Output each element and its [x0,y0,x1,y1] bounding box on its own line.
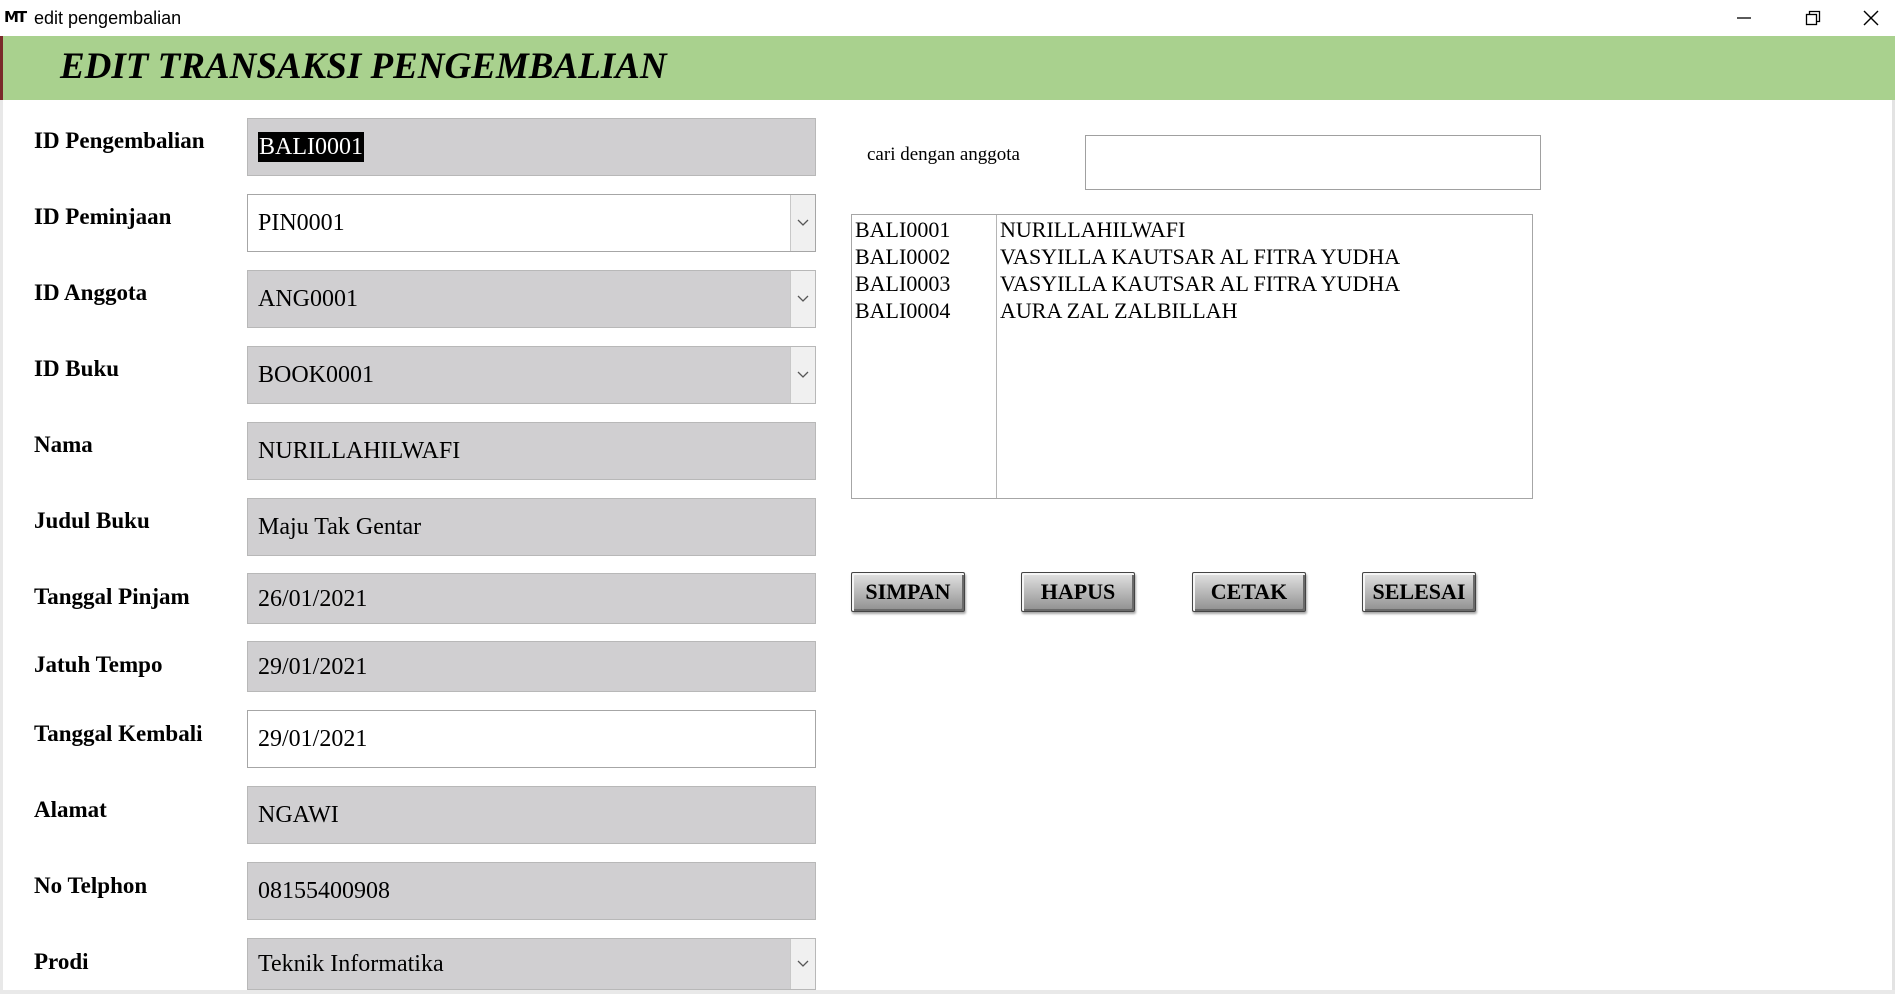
id-buku-dropdown-button[interactable] [790,347,815,403]
hapus-button[interactable]: HAPUS [1021,572,1135,612]
search-label: cari dengan anggota [867,144,1020,165]
jatuh-tempo-input[interactable]: 29/01/2021 [247,641,816,692]
tanggal-pinjam-value: 26/01/2021 [258,585,368,612]
tanggal-pinjam-input[interactable]: 26/01/2021 [247,573,816,624]
list-item-id: BALI0003 [855,271,951,296]
selesai-button[interactable]: SELESAI [1362,572,1476,612]
label-id-peminjaan: ID Peminjaan [34,204,172,229]
chevron-down-icon [797,371,809,378]
minimize-button[interactable] [1709,0,1779,36]
simpan-button[interactable]: SIMPAN [851,572,965,612]
window-left-border [0,100,3,994]
id-buku-combobox[interactable]: BOOK0001 [247,346,816,404]
list-item-name: AURA ZAL ZALBILLAH [1000,298,1238,323]
id-buku-value: BOOK0001 [258,362,375,388]
prodi-value: Teknik Informatika [258,951,444,977]
list-item-id: BALI0004 [855,298,951,323]
label-tanggal-pinjam: Tanggal Pinjam [34,584,190,609]
minimize-icon [1737,17,1751,19]
id-peminjaan-value: PIN0001 [258,210,345,236]
label-judul-buku: Judul Buku [34,508,150,533]
label-nama: Nama [34,432,93,457]
window-title: edit pengembalian [34,8,182,28]
restore-button[interactable] [1778,0,1848,36]
label-prodi: Prodi [34,949,89,974]
label-jatuh-tempo: Jatuh Tempo [34,652,163,677]
chevron-down-icon [797,960,809,967]
id-anggota-dropdown-button[interactable] [790,271,815,327]
id-pengembalian-value: BALI0001 [258,132,364,162]
list-item[interactable]: BALI0002 VASYILLA KAUTSAR AL FITRA YUDHA [855,243,1525,270]
list-item[interactable]: BALI0001 NURILLAHILWAFI [855,216,1525,243]
label-id-anggota: ID Anggota [34,280,148,305]
jatuh-tempo-value: 29/01/2021 [258,653,368,680]
judul-buku-input[interactable]: Maju Tak Gentar [247,498,816,556]
chevron-down-icon [797,219,809,226]
prodi-dropdown-button[interactable] [790,939,815,989]
label-tanggal-kembali: Tanggal Kembali [34,721,203,746]
chevron-down-icon [797,295,809,302]
label-no-telphon: No Telphon [34,873,148,898]
pengembalian-list[interactable]: BALI0001 NURILLAHILWAFI BALI0002 VASYILL… [851,214,1533,499]
list-item[interactable]: BALI0004 AURA ZAL ZALBILLAH [855,297,1525,324]
tanggal-kembali-value: 29/01/2021 [258,726,368,752]
cetak-button[interactable]: CETAK [1192,572,1306,612]
nama-value: NURILLAHILWAFI [258,438,461,464]
no-telphon-value: 08155400908 [258,878,390,904]
no-telphon-input[interactable]: 08155400908 [247,862,816,920]
judul-buku-value: Maju Tak Gentar [258,514,422,540]
list-item[interactable]: BALI0003 VASYILLA KAUTSAR AL FITRA YUDHA [855,270,1525,297]
list-item-name: VASYILLA KAUTSAR AL FITRA YUDHA [1000,244,1401,269]
prodi-combobox[interactable]: Teknik Informatika [247,938,816,990]
list-item-id: BALI0001 [855,217,951,242]
label-id-pengembalian: ID Pengembalian [34,128,205,153]
search-input[interactable] [1085,135,1541,190]
close-button[interactable] [1847,0,1895,36]
list-item-name: NURILLAHILWAFI [1000,217,1186,242]
close-icon [1863,10,1879,26]
restore-icon [1805,10,1821,26]
id-pengembalian-input[interactable]: BALI0001 [247,118,816,176]
id-anggota-combobox[interactable]: ANG0001 [247,270,816,328]
alamat-value: NGAWI [258,802,339,828]
page-title: EDIT TRANSAKSI PENGEMBALIAN [60,46,667,87]
id-anggota-value: ANG0001 [258,286,358,312]
list-item-id: BALI0002 [855,244,951,269]
form-header: EDIT TRANSAKSI PENGEMBALIAN [0,36,1895,100]
window-titlebar: MT edit pengembalian [0,0,1895,36]
app-icon: MT [4,8,27,26]
label-alamat: Alamat [34,797,107,822]
id-peminjaan-combobox[interactable]: PIN0001 [247,194,816,252]
nama-input[interactable]: NURILLAHILWAFI [247,422,816,480]
list-item-name: VASYILLA KAUTSAR AL FITRA YUDHA [1000,271,1401,296]
id-peminjaan-dropdown-button[interactable] [790,195,815,251]
tanggal-kembali-input[interactable]: 29/01/2021 [247,710,816,768]
label-id-buku: ID Buku [34,356,120,381]
alamat-input[interactable]: NGAWI [247,786,816,844]
window-bottom-border [0,990,1895,994]
